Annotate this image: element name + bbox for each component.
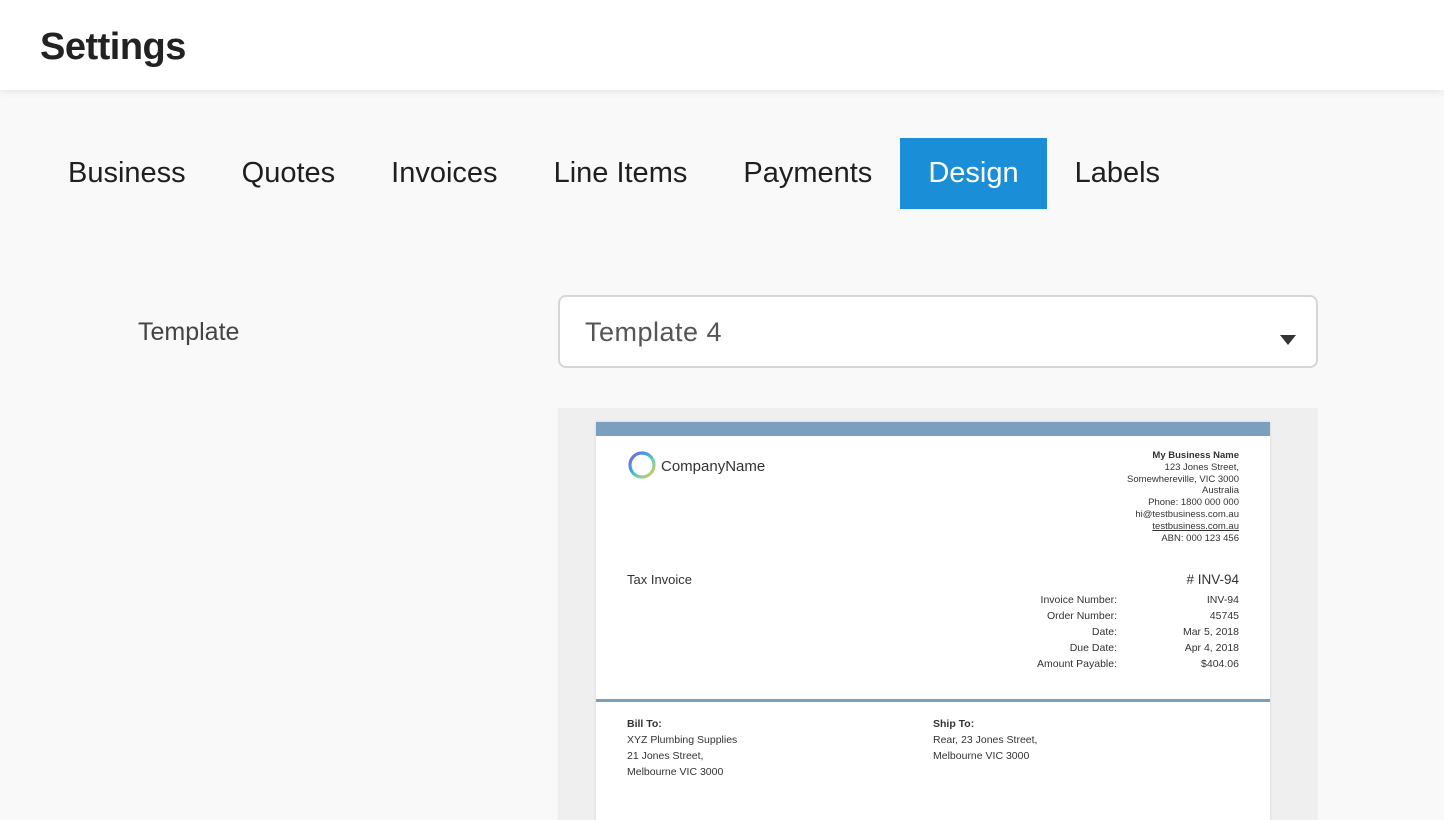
meta-value: Mar 5, 2018 bbox=[1182, 626, 1239, 638]
company-logo-icon bbox=[628, 451, 656, 479]
ship-to-line: Rear, 23 Jones Street, bbox=[933, 734, 1038, 746]
settings-tabs: Business Quotes Invoices Line Items Paym… bbox=[40, 138, 1188, 209]
template-label: Template bbox=[138, 318, 240, 346]
template-select[interactable]: Template 4 bbox=[558, 295, 1318, 368]
caret-down-icon bbox=[1280, 335, 1296, 345]
bill-to-heading: Bill To: bbox=[627, 718, 662, 730]
business-website: testbusiness.com.au bbox=[1152, 520, 1239, 532]
business-name: My Business Name bbox=[1152, 450, 1239, 461]
bill-to-line: 21 Jones Street, bbox=[627, 750, 704, 762]
page-title: Settings bbox=[40, 26, 186, 68]
bill-to-block: Bill To: XYZ Plumbing Supplies 21 Jones … bbox=[627, 716, 737, 780]
document-title: Tax Invoice bbox=[627, 572, 693, 587]
top-bar: Settings bbox=[0, 0, 1444, 90]
business-address-line: 123 Jones Street, bbox=[1164, 461, 1239, 473]
business-address-line: Somewhereville, VIC 3000 bbox=[1127, 473, 1239, 485]
ship-to-heading: Ship To: bbox=[933, 718, 975, 730]
invoice-meta-values: INV-94 45745 Mar 5, 2018 Apr 4, 2018 $40… bbox=[1183, 592, 1239, 672]
meta-label: Date: bbox=[1091, 626, 1117, 638]
business-email: hi@testbusiness.com.au bbox=[1135, 508, 1239, 520]
template-select-value: Template 4 bbox=[585, 317, 723, 347]
meta-label: Order Number: bbox=[1046, 610, 1117, 622]
invoice-divider bbox=[596, 699, 1270, 702]
invoice-meta-labels: Invoice Number: Order Number: Date: Due … bbox=[1037, 592, 1117, 672]
meta-label: Due Date: bbox=[1069, 642, 1117, 654]
business-phone: Phone: 1800 000 000 bbox=[1148, 497, 1239, 509]
meta-label: Invoice Number: bbox=[1040, 594, 1117, 606]
company-name: CompanyName bbox=[661, 458, 766, 475]
invoice-preview: CompanyName My Business Name 123 Jones S… bbox=[558, 408, 1318, 820]
business-country: Australia bbox=[1202, 485, 1239, 497]
meta-value: INV-94 bbox=[1206, 594, 1239, 606]
business-details: My Business Name 123 Jones Street, Somew… bbox=[1127, 450, 1239, 544]
tab-labels[interactable]: Labels bbox=[1047, 138, 1188, 209]
business-abn: ABN: 000 123 456 bbox=[1161, 532, 1239, 544]
ship-to-block: Ship To: Rear, 23 Jones Street, Melbourn… bbox=[933, 716, 1037, 764]
tab-line-items[interactable]: Line Items bbox=[526, 138, 716, 209]
invoice-number-heading: # INV-94 bbox=[1186, 572, 1239, 587]
tab-quotes[interactable]: Quotes bbox=[214, 138, 364, 209]
invoice-top-band bbox=[596, 422, 1270, 436]
ship-to-line: Melbourne VIC 3000 bbox=[933, 750, 1030, 762]
bill-to-line: Melbourne VIC 3000 bbox=[627, 766, 724, 778]
bill-to-line: XYZ Plumbing Supplies bbox=[627, 734, 738, 746]
tab-business[interactable]: Business bbox=[40, 138, 214, 209]
invoice-sheet: CompanyName My Business Name 123 Jones S… bbox=[596, 422, 1270, 820]
meta-label: Amount Payable: bbox=[1037, 658, 1117, 670]
tab-invoices[interactable]: Invoices bbox=[363, 138, 525, 209]
tab-payments[interactable]: Payments bbox=[715, 138, 900, 209]
meta-value: Apr 4, 2018 bbox=[1184, 642, 1239, 654]
meta-value: $404.06 bbox=[1201, 658, 1239, 670]
tab-design[interactable]: Design bbox=[900, 138, 1047, 209]
meta-value: 45745 bbox=[1209, 610, 1239, 622]
